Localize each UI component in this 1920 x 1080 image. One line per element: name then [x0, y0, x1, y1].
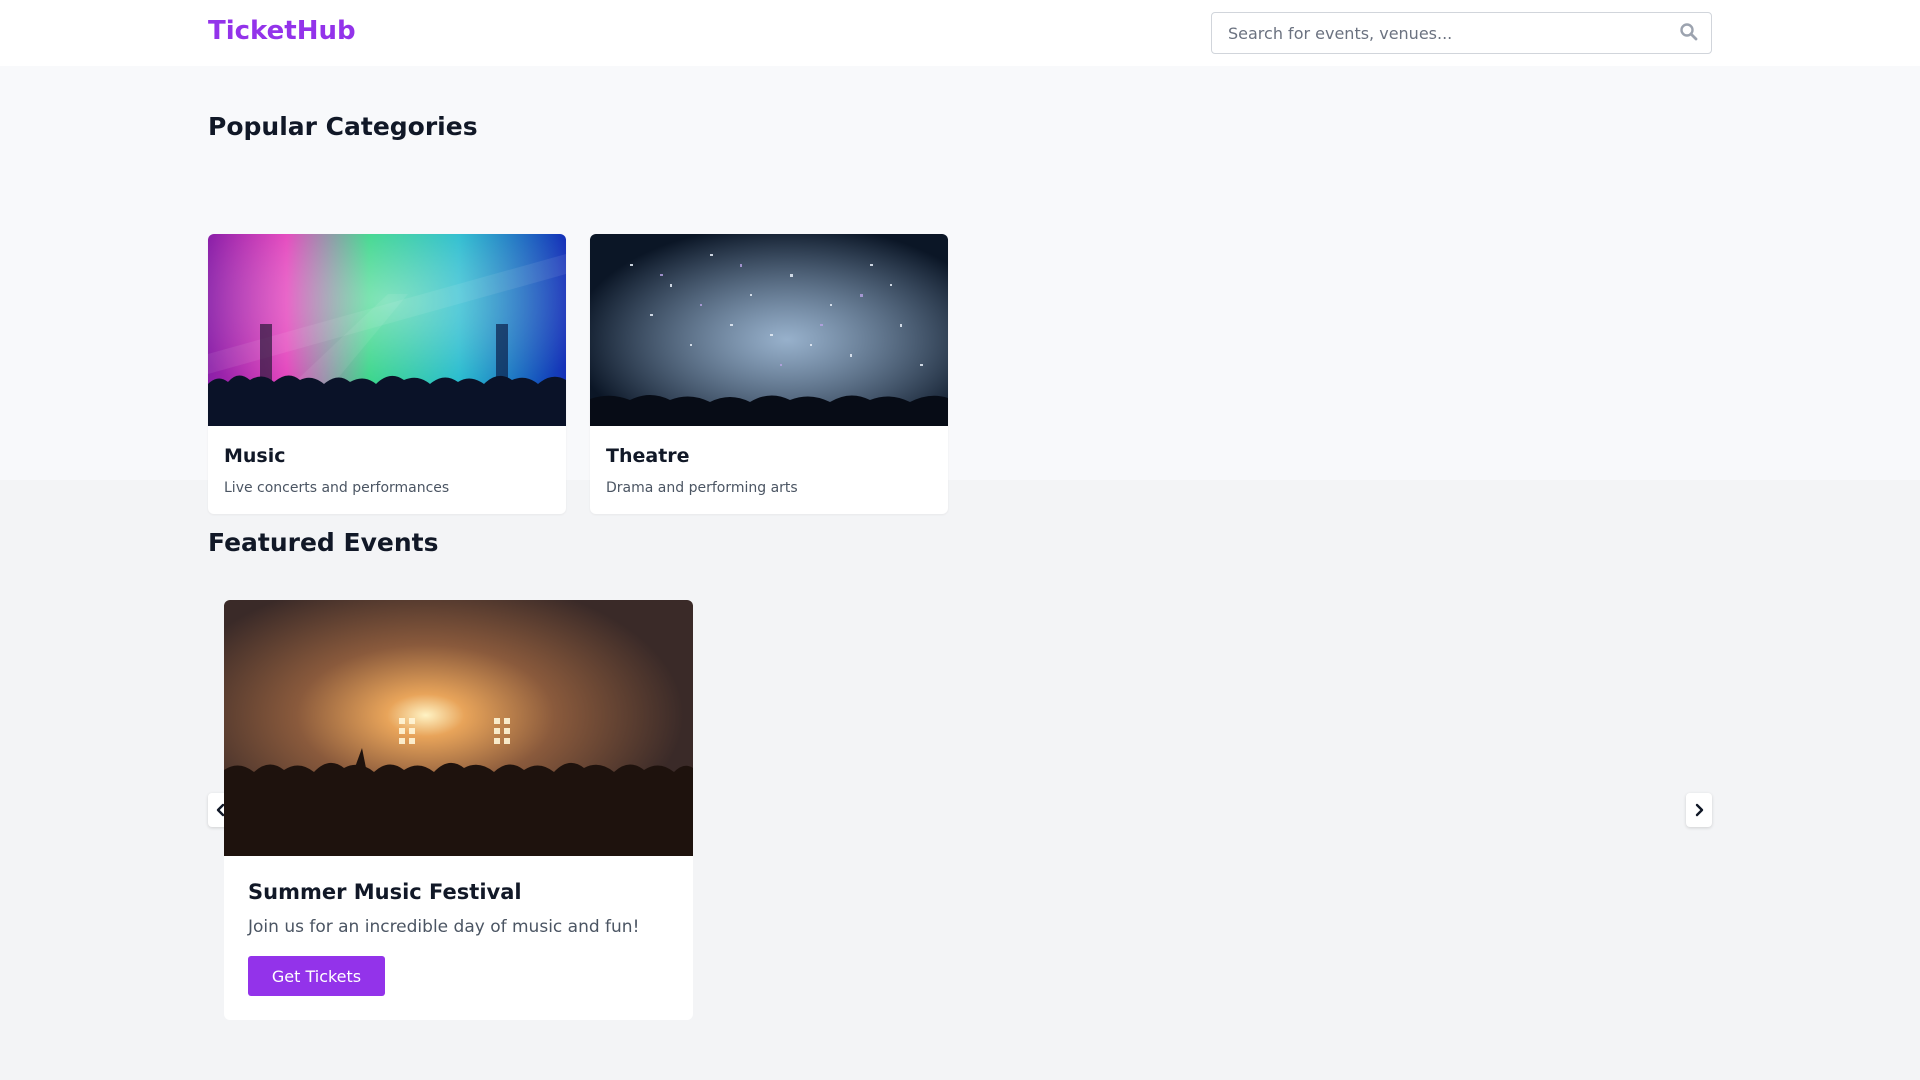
event-description: Join us for an incredible day of music a…: [248, 917, 640, 937]
search-box: [1211, 12, 1712, 54]
chevron-right-icon: [1695, 803, 1704, 817]
search-input[interactable]: [1212, 13, 1711, 53]
category-name: Theatre: [606, 445, 690, 467]
site-logo[interactable]: TicketHub: [208, 16, 356, 46]
category-description: Drama and performing arts: [606, 480, 798, 496]
music-category-image: [208, 234, 566, 426]
search-icon[interactable]: [1679, 22, 1699, 42]
event-title: Summer Music Festival: [248, 880, 522, 904]
category-card-music[interactable]: Music Live concerts and performances: [208, 234, 566, 514]
get-tickets-button[interactable]: Get Tickets: [248, 956, 385, 996]
top-header: TicketHub: [0, 0, 1920, 66]
carousel-next-button[interactable]: [1686, 793, 1712, 827]
category-description: Live concerts and performances: [224, 480, 450, 496]
event-image: [224, 600, 693, 856]
category-name: Music: [224, 445, 286, 467]
event-card: Summer Music Festival Join us for an inc…: [224, 600, 693, 1020]
theatre-category-image: [590, 234, 948, 426]
featured-heading: Featured Events: [208, 528, 439, 557]
categories-section: Popular Categories Music Live concerts a…: [0, 66, 1920, 514]
categories-heading: Popular Categories: [208, 112, 478, 141]
category-card-theatre[interactable]: Theatre Drama and performing arts: [590, 234, 948, 514]
